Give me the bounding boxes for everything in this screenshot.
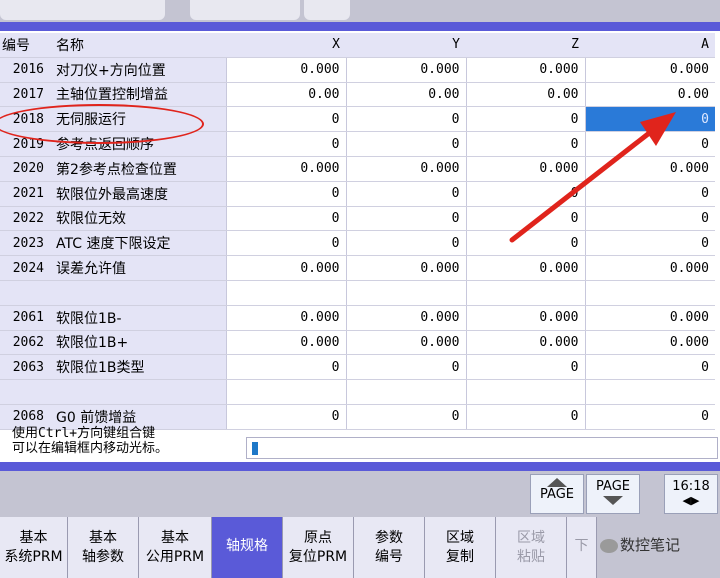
footer-divider — [0, 462, 720, 471]
edit-box[interactable] — [246, 437, 718, 459]
softkey-6[interactable]: 参数 编号 — [354, 517, 425, 578]
softkey-4[interactable]: 轴规格 — [212, 517, 283, 578]
softkey-label-line2: 粘贴 — [517, 549, 545, 565]
clock-button[interactable]: 16:18 ◀▶ — [664, 474, 718, 514]
clock-label: 16:18 — [672, 479, 710, 494]
softkey-label-line2: 系统PRM — [4, 549, 63, 565]
softkey-label-line1: 参数 — [375, 530, 403, 546]
softkey-1[interactable]: 基本系统PRM — [0, 517, 68, 578]
softkey-label-line2: 编号 — [375, 549, 403, 565]
softkey-8[interactable]: 区域 粘贴 — [496, 517, 567, 578]
hint-line-2: 可以在编辑框内移动光标。 — [12, 441, 169, 456]
softkey-label-line2: 公用PRM — [145, 549, 205, 565]
softkey-label-line1: 基本 — [161, 530, 189, 546]
left-right-arrow-icon: ◀▶ — [682, 494, 700, 507]
hint-text: 使用Ctrl+方向键组合键 可以在编辑框内移动光标。 — [12, 426, 168, 456]
arrow-down-icon — [603, 496, 623, 505]
watermark-text: 数控笔记 — [620, 536, 681, 554]
softkey-5[interactable]: 原点复位PRM — [283, 517, 354, 578]
hint-line-1: 使用Ctrl+方向键组合键 — [12, 426, 156, 441]
softkey-7[interactable]: 区域 复制 — [425, 517, 496, 578]
watermark: 数控笔记 — [600, 534, 680, 555]
softkey-label-line1: 区域 — [517, 530, 545, 546]
arrow-up-icon — [547, 478, 567, 487]
softkey-3[interactable]: 基本公用PRM — [139, 517, 212, 578]
softkey-label-line1: 基本 — [89, 530, 117, 546]
softkey-label-line2: 复制 — [446, 549, 474, 565]
softkey-9[interactable]: 下 — [567, 517, 597, 578]
wechat-icon — [600, 538, 618, 553]
softkey-label-line1: 原点 — [304, 530, 332, 546]
softkey-label-line1: 基本 — [19, 530, 48, 546]
text-cursor — [252, 442, 258, 455]
softkey-label-line2: 复位PRM — [288, 549, 348, 565]
softkey-2[interactable]: 基本 轴参数 — [68, 517, 139, 578]
page-up-label: PAGE — [540, 487, 574, 502]
page-up-button[interactable]: PAGE — [530, 474, 584, 514]
page-down-button[interactable]: PAGE — [586, 474, 640, 514]
softkey-label-line1: 区域 — [446, 530, 474, 546]
softkey-label-line1: 轴规格 — [226, 538, 268, 554]
softkey-label-line1: 下 — [574, 538, 589, 554]
softkey-label-line2: 轴参数 — [82, 549, 124, 565]
page-down-label: PAGE — [596, 479, 630, 494]
